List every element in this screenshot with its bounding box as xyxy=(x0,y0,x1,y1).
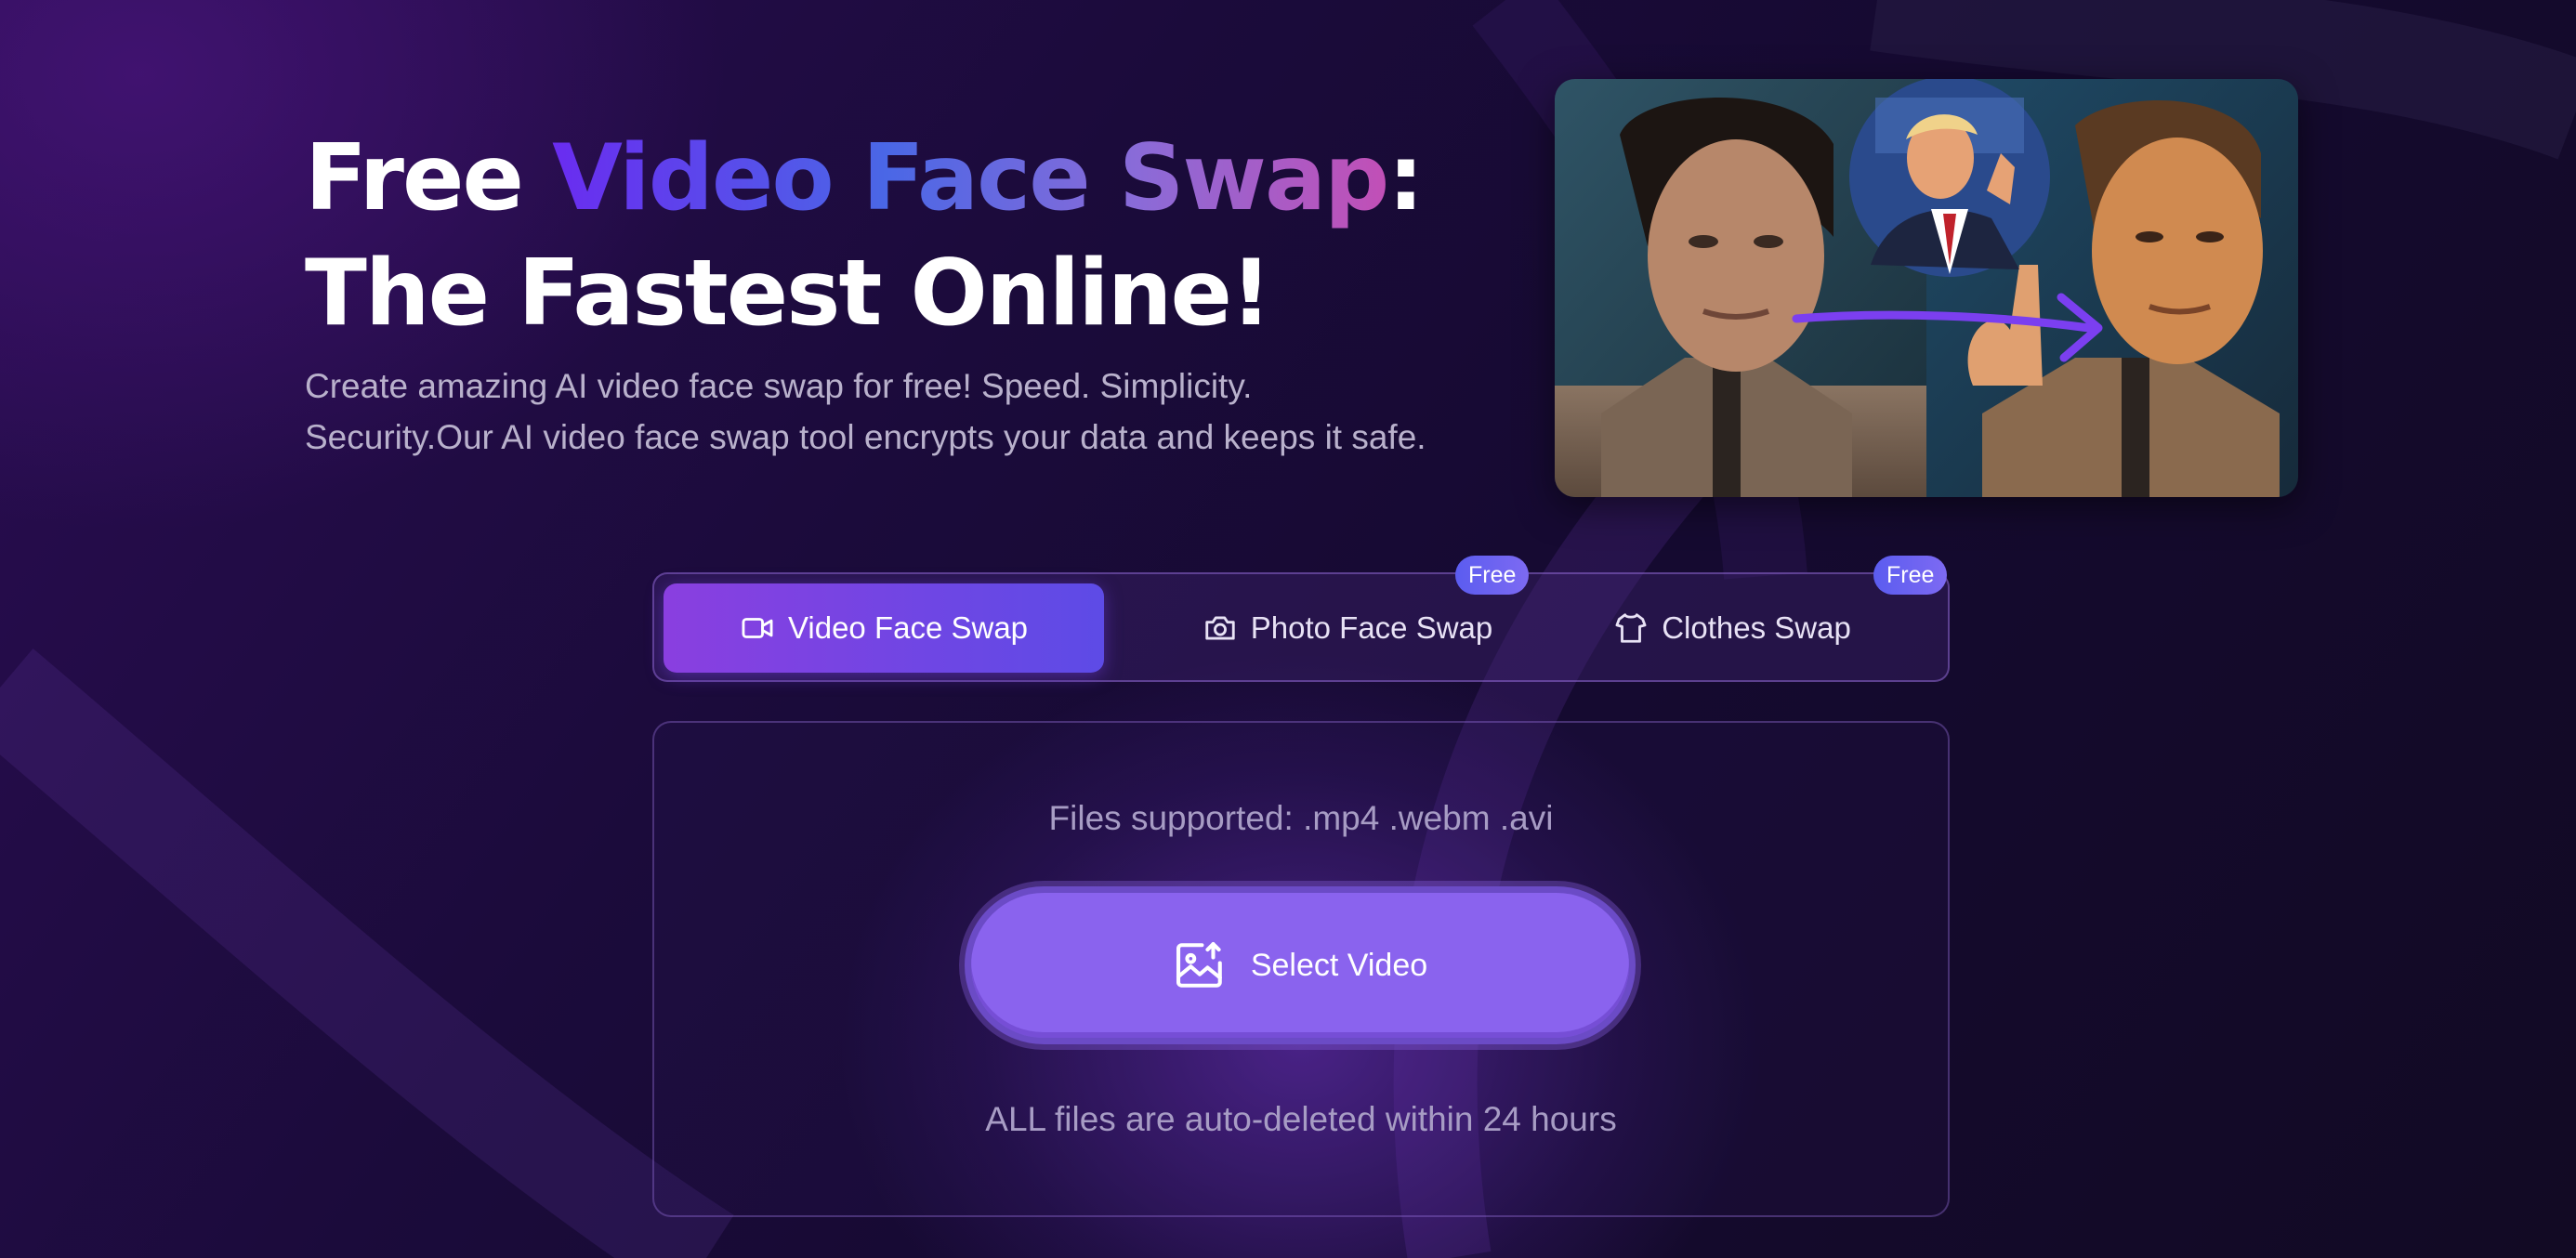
swap-mode-tabs: Video Face Swap Photo Face Swap Free Clo… xyxy=(652,556,1950,682)
hero-face-swap-image xyxy=(1555,79,2298,497)
subtitle-line-2: Security.Our AI video face swap tool enc… xyxy=(305,418,1426,456)
shirt-icon xyxy=(1615,613,1647,643)
files-supported-text: Files supported: .mp4 .webm .avi xyxy=(1048,799,1554,837)
camera-icon xyxy=(1205,616,1235,640)
title-prefix: Free xyxy=(305,125,553,231)
free-badge: Free xyxy=(1873,556,1948,595)
tab-label: Clothes Swap xyxy=(1662,610,1851,645)
title-highlight: Video Face Swap xyxy=(552,125,1389,231)
select-video-label: Select Video xyxy=(1250,947,1428,983)
select-video-button[interactable]: Select Video xyxy=(965,886,1636,1044)
free-badge: Free xyxy=(1455,556,1530,595)
tab-clothes-swap[interactable]: Clothes Swap xyxy=(1584,583,1881,673)
image-upload-icon xyxy=(1176,941,1222,988)
tab-label: Photo Face Swap xyxy=(1250,610,1493,645)
auto-delete-note: ALL files are auto-deleted within 24 hou… xyxy=(985,1100,1617,1138)
subtitle-line-1: Create amazing AI video face swap for fr… xyxy=(305,367,1253,405)
upload-panel: Files supported: .mp4 .webm .avi Select … xyxy=(652,721,1950,1217)
title-line-2: The Fastest Online! xyxy=(305,241,1272,347)
hero-subtitle: Create amazing AI video face swap for fr… xyxy=(305,360,1513,463)
tab-label: Video Face Swap xyxy=(787,610,1029,645)
hero-title: Free Video Face Swap: The Fastest Online… xyxy=(305,121,1424,351)
tab-photo-face-swap[interactable]: Photo Face Swap xyxy=(1171,583,1524,673)
video-camera-icon xyxy=(742,618,773,638)
title-colon: : xyxy=(1387,125,1424,231)
tab-video-face-swap[interactable]: Video Face Swap xyxy=(664,583,1104,673)
